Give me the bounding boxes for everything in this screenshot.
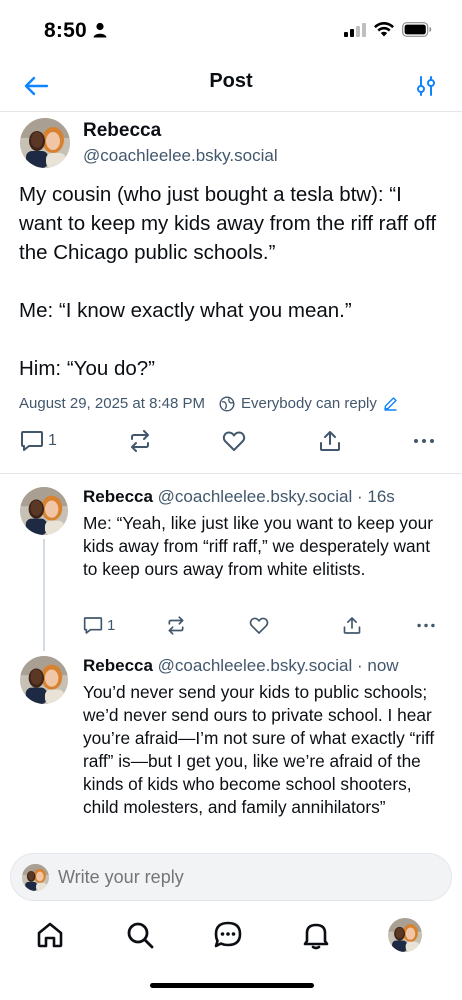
status-time: 8:50 [44,19,87,42]
share-icon [320,431,340,451]
more-dots-icon [417,623,435,628]
author-name[interactable]: Rebecca [83,120,161,142]
repost-button[interactable] [166,616,186,635]
divider [0,473,462,474]
share-button[interactable] [342,616,362,635]
bell-icon [303,923,329,950]
reply-input[interactable] [58,867,358,888]
repost-icon [131,430,149,452]
reply-button[interactable]: 1 [20,430,57,452]
post-actions: 1 [0,430,462,454]
comment-icon [83,617,103,634]
author-name[interactable]: Rebecca [83,656,153,675]
post-time: · now [357,656,399,675]
reply-button[interactable]: 1 [83,616,115,635]
status-bar: 8:50 [0,0,462,60]
chat-icon [214,921,242,948]
like-button[interactable] [249,616,269,635]
reply-count: 1 [107,617,116,634]
author-handle[interactable]: @coachleelee.bsky.social [83,146,278,166]
avatar [22,864,49,891]
more-options-button[interactable] [415,616,437,635]
status-indicators [344,21,432,42]
reply-header: Rebecca @coachleelee.bsky.social · 16s [83,487,395,507]
repost-icon [168,616,184,635]
more-options-button[interactable] [412,430,436,452]
post-meta: August 29, 2025 at 8:48 PM Everybody can… [19,395,398,412]
post-header: Post [0,60,462,112]
edit-pencil-icon[interactable] [383,396,398,411]
author-handle[interactable]: @coachleelee.bsky.social [158,656,353,675]
tab-chat[interactable] [210,917,246,953]
post-timestamp: August 29, 2025 at 8:48 PM [19,395,205,412]
battery-icon [402,22,432,42]
globe-icon [219,395,235,412]
avatar[interactable] [20,118,70,168]
search-icon [127,922,154,949]
avatar[interactable] [20,656,68,704]
tab-search[interactable] [122,917,158,953]
repost-button[interactable] [128,430,152,452]
thread-options-button[interactable] [408,68,444,104]
profile-avatar [388,918,422,952]
share-button[interactable] [318,430,342,452]
bottom-tab-bar [0,905,462,967]
reply-count: 1 [48,432,57,449]
tab-notifications[interactable] [298,917,334,953]
comment-icon [21,431,43,451]
reply-setting-label[interactable]: Everybody can reply [241,395,377,412]
share-icon [343,617,361,634]
reply-text: Me: “Yeah, like just like you want to ke… [83,513,433,579]
post-time: · 16s [357,487,395,506]
reply-header: Rebecca @coachleelee.bsky.social · now [83,656,399,676]
author-name[interactable]: Rebecca [83,487,153,506]
page-title: Post [209,70,253,92]
heart-icon [249,617,269,634]
wifi-icon [374,21,394,42]
home-icon [37,922,63,948]
post-actions: 1 [0,616,462,636]
post-text: My cousin (who just bought a tesla btw):… [19,183,437,380]
sliders-icon [417,76,435,96]
heart-icon [222,431,246,451]
reply-text: You’d never send your kids to public sch… [83,682,435,817]
tab-profile[interactable] [387,917,423,953]
more-dots-icon [414,439,434,443]
author-handle[interactable]: @coachleelee.bsky.social [158,487,353,506]
focus-person-icon [93,22,107,43]
home-indicator [150,983,314,988]
tab-home[interactable] [32,917,68,953]
reply-composer[interactable] [10,853,452,901]
like-button[interactable] [222,430,246,452]
avatar[interactable] [20,487,68,535]
cellular-signal-icon [344,22,366,42]
